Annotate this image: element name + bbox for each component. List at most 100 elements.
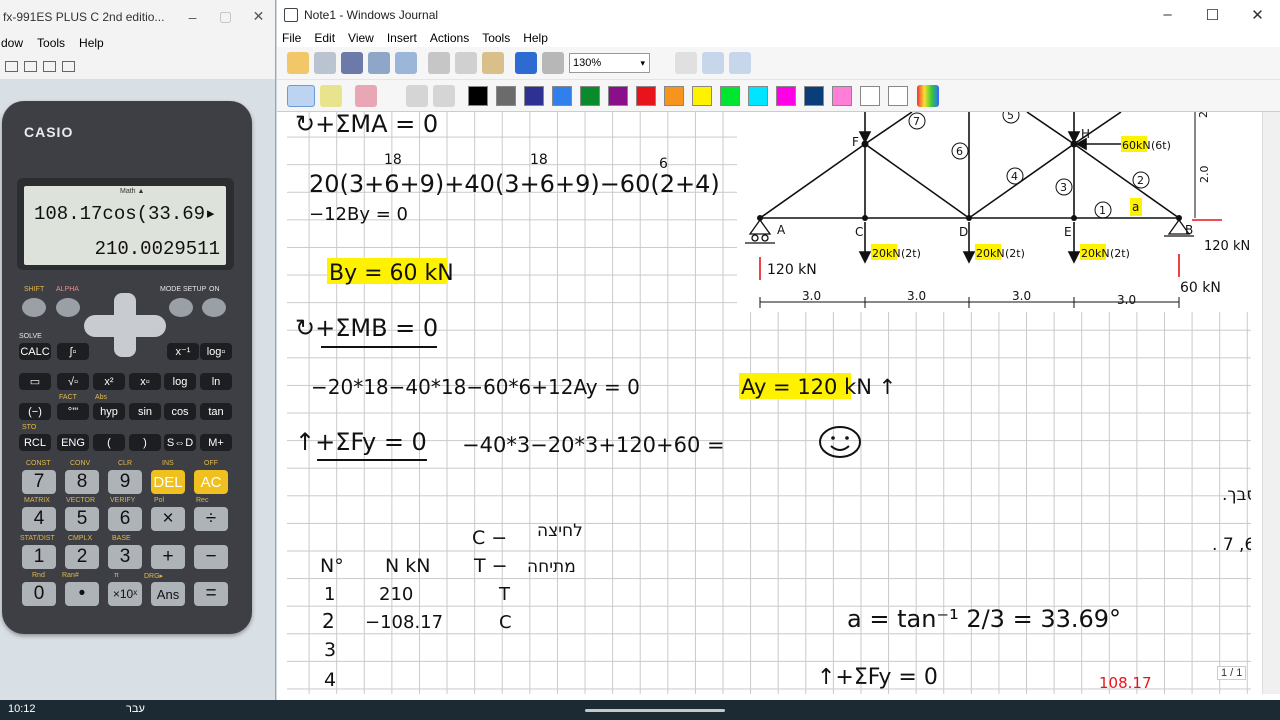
toolbar-window-icon[interactable] [5, 60, 18, 72]
pen-color-swatch-10[interactable] [720, 85, 740, 106]
pan-hand-icon[interactable] [675, 52, 697, 74]
logbase-key[interactable]: log▫ [200, 343, 232, 360]
eng-key[interactable]: ENG [57, 434, 89, 451]
pen-color-swatch-16[interactable] [888, 85, 908, 106]
close-paren-key[interactable]: ) [129, 434, 161, 451]
zoom-out-icon[interactable] [729, 52, 751, 74]
pen-color-swatch-2[interactable] [496, 85, 516, 106]
menu-view[interactable]: View [348, 31, 374, 45]
log-key[interactable]: log [164, 373, 196, 390]
ln-key[interactable]: ln [200, 373, 232, 390]
key-7[interactable]: 7 [22, 470, 56, 494]
fraction-key[interactable]: ▭ [19, 373, 51, 390]
calc-key[interactable]: CALC [19, 343, 51, 360]
inverse-key[interactable]: x⁻¹ [167, 343, 199, 360]
menu-help[interactable]: Help [79, 36, 104, 50]
copy-icon[interactable] [455, 52, 477, 74]
exp-key[interactable]: ×10ˣ [108, 582, 142, 606]
negative-key[interactable]: (−) [19, 403, 51, 420]
toolbar-grid-icon[interactable] [62, 60, 75, 72]
new-page-icon[interactable] [314, 52, 336, 74]
mplus-key[interactable]: M+ [200, 434, 232, 451]
pen-color-swatch-9[interactable] [692, 85, 712, 106]
open-paren-key[interactable]: ( [93, 434, 125, 451]
sqrt-key[interactable]: √▫ [57, 373, 89, 390]
paste-icon[interactable] [482, 52, 504, 74]
close-icon[interactable]: ✕ [242, 8, 275, 25]
vertical-scrollbar[interactable] [1262, 112, 1280, 694]
equals-key[interactable]: = [194, 582, 228, 606]
integral-key[interactable]: ∫▫ [57, 343, 89, 360]
find-icon[interactable] [395, 52, 417, 74]
highlighter-icon[interactable] [320, 84, 342, 107]
cos-key[interactable]: cos [164, 403, 196, 420]
minimize-icon[interactable]: – [176, 9, 209, 25]
alpha-key[interactable] [56, 298, 80, 317]
cut-icon[interactable] [428, 52, 450, 74]
plus-key[interactable]: + [151, 545, 185, 569]
key-9[interactable]: 9 [108, 470, 142, 494]
menu-tools[interactable]: Tools [482, 31, 510, 45]
pen-color-swatch-11[interactable] [748, 85, 768, 106]
calculator-titlebar[interactable]: fx-991ES PLUS C 2nd editio... – ▢ ✕ [0, 0, 275, 33]
zoom-in-icon[interactable] [702, 52, 724, 74]
divide-key[interactable]: ÷ [194, 507, 228, 531]
degree-key[interactable]: °'" [57, 403, 89, 420]
ac-key[interactable]: AC [194, 470, 228, 494]
save-icon[interactable] [341, 52, 363, 74]
pen-color-swatch-3[interactable] [524, 85, 544, 106]
minimize-icon[interactable]: – [1145, 6, 1190, 23]
journal-titlebar[interactable]: Note1 - Windows Journal – ☐ ✕ [277, 0, 1280, 29]
color-palette-icon[interactable] [917, 84, 939, 107]
pen-color-swatch-13[interactable] [804, 85, 824, 106]
bold-icon[interactable] [406, 84, 428, 107]
maximize-icon[interactable]: ▢ [209, 8, 242, 25]
multiply-key[interactable]: × [151, 507, 185, 531]
taskbar-handle[interactable] [585, 709, 725, 712]
key-0[interactable]: 0 [22, 582, 56, 606]
square-key[interactable]: x² [93, 373, 125, 390]
on-key[interactable] [202, 298, 226, 317]
toolbar-camera-icon[interactable] [43, 60, 56, 72]
maximize-icon[interactable]: ☐ [1190, 6, 1235, 24]
key-2[interactable]: 2 [65, 545, 99, 569]
key-8[interactable]: 8 [65, 470, 99, 494]
pen-color-swatch-12[interactable] [776, 85, 796, 106]
shift-key[interactable] [22, 298, 46, 317]
mode-key[interactable] [169, 298, 193, 317]
pen-color-swatch-4[interactable] [552, 85, 572, 106]
pen-color-swatch-15[interactable] [860, 85, 880, 106]
menu-insert[interactable]: Insert [387, 31, 417, 45]
pen-color-swatch-8[interactable] [664, 85, 684, 106]
pen-color-swatch-5[interactable] [580, 85, 600, 106]
pen-color-swatch-1[interactable] [468, 85, 488, 106]
pen-color-swatch-6[interactable] [608, 85, 628, 106]
send-icon[interactable] [368, 52, 390, 74]
tan-key[interactable]: tan [200, 403, 232, 420]
zoom-select[interactable]: 130% ▾ [569, 53, 650, 73]
eraser-icon[interactable] [355, 84, 377, 107]
menu-help[interactable]: Help [523, 31, 548, 45]
taskbar-language[interactable]: עבר [126, 703, 145, 715]
del-key[interactable]: DEL [151, 470, 185, 494]
sd-key[interactable]: S⇔D [164, 434, 196, 451]
pen-color-swatch-7[interactable] [636, 85, 656, 106]
pen-icon[interactable] [287, 84, 315, 107]
redo-icon[interactable] [542, 52, 564, 74]
menu-file[interactable]: File [282, 31, 301, 45]
nav-pad-vertical[interactable] [114, 293, 136, 357]
key-6[interactable]: 6 [108, 507, 142, 531]
menu-edit[interactable]: Edit [314, 31, 335, 45]
undo-icon[interactable] [515, 52, 537, 74]
italic-icon[interactable] [433, 84, 455, 107]
rcl-key[interactable]: RCL [19, 434, 51, 451]
menu-window[interactable]: dow [1, 36, 23, 50]
close-icon[interactable]: ✕ [1235, 6, 1280, 24]
hyp-key[interactable]: hyp [93, 403, 125, 420]
new-note-icon[interactable] [287, 52, 309, 74]
key-1[interactable]: 1 [22, 545, 56, 569]
note-canvas[interactable]: ↻+ΣMA = 0 18 18 6 20(3+6+9)+40(3+6+9)−60… [287, 112, 1251, 694]
power-key[interactable]: x▫ [129, 373, 161, 390]
pen-color-swatch-14[interactable] [832, 85, 852, 106]
key-4[interactable]: 4 [22, 507, 56, 531]
